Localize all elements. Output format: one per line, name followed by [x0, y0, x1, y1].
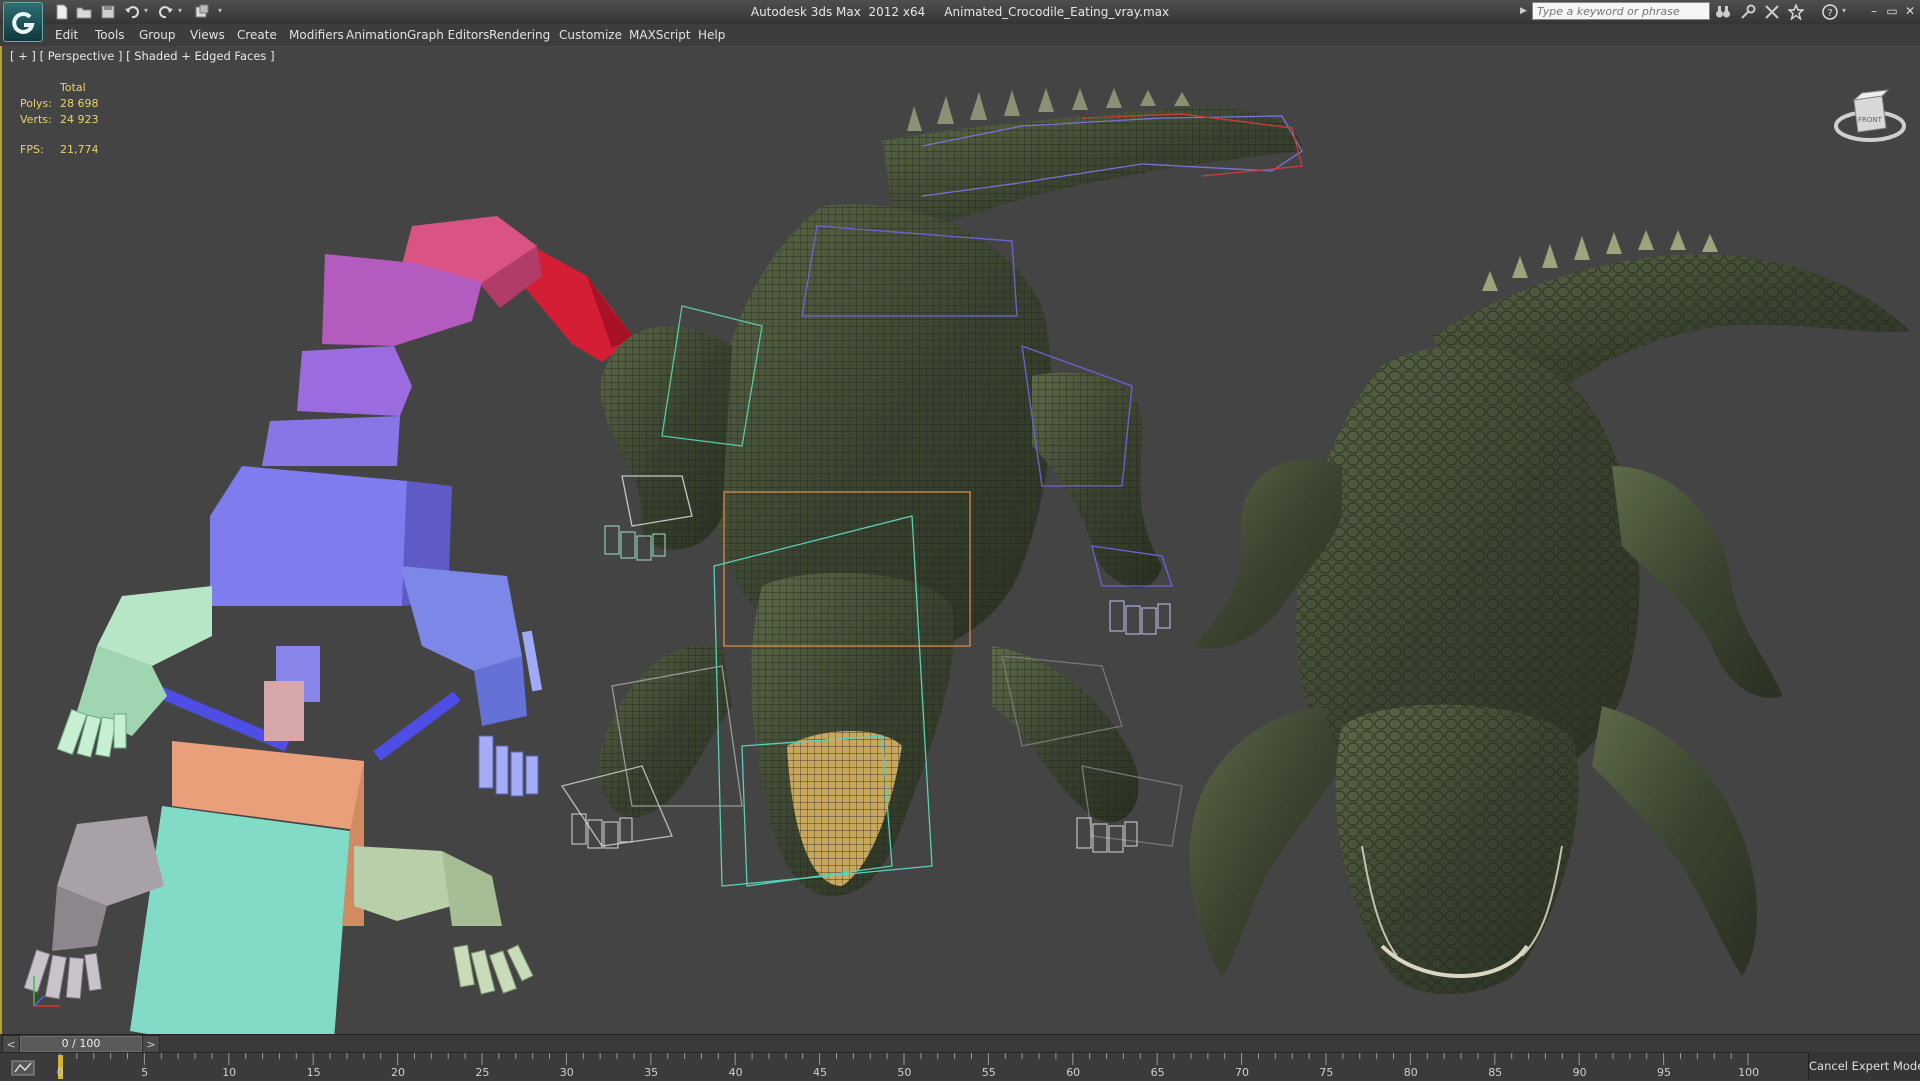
track-tick-label: 20 [391, 1066, 405, 1079]
star-icon[interactable] [1786, 2, 1806, 22]
undo-dropdown-icon[interactable]: ▾ [144, 6, 152, 16]
track-tick-label: 65 [1150, 1066, 1165, 1079]
track-tick-label: 30 [559, 1066, 574, 1079]
track-tick-label: 35 [644, 1066, 659, 1079]
viewcube-face-label: FRONT [1858, 116, 1883, 124]
search-input[interactable] [1532, 2, 1710, 20]
viewport-label[interactable]: [ + ] [ Perspective ] [ Shaded + Edged F… [10, 49, 275, 63]
perspective-viewport[interactable]: [ + ] [ Perspective ] [ Shaded + Edged F… [0, 46, 1920, 1034]
track-tick-label: 5 [141, 1066, 149, 1079]
stats-fps-label: FPS: [20, 143, 44, 156]
menu-rendering[interactable]: Rendering [489, 24, 550, 46]
menu-maxscript[interactable]: MAXScript [629, 24, 691, 46]
menu-group[interactable]: Group [139, 24, 176, 46]
track-tick-label: 80 [1403, 1066, 1418, 1079]
menu-tools[interactable]: Tools [95, 24, 125, 46]
wireframe-crocodile[interactable] [560, 88, 1303, 896]
key-icon[interactable] [1738, 2, 1758, 22]
title-bar: Autodesk 3ds Max 2012 x64 Animated_Croco… [0, 0, 1920, 25]
time-slider[interactable]: 0 / 100 [20, 1036, 142, 1052]
minimize-icon[interactable]: – [1866, 2, 1882, 20]
help-icon[interactable]: ? [1820, 2, 1840, 22]
track-tick-label: 55 [981, 1066, 996, 1079]
app-logo-icon[interactable] [3, 2, 43, 42]
restore-icon[interactable]: ▭ [1884, 2, 1900, 20]
track-tick-label: 60 [1066, 1066, 1081, 1079]
menu-bar: Edit Tools Group Views Create Modifiers … [0, 24, 1920, 47]
open-file-icon[interactable] [74, 2, 94, 22]
time-slider-bar: < 0 / 100 > [0, 1034, 1920, 1053]
track-tick-label: 95 [1657, 1066, 1671, 1079]
time-next-button[interactable]: > [142, 1035, 160, 1053]
menu-graph-editors[interactable]: Graph Editors [407, 24, 489, 46]
track-tick-label: 75 [1319, 1066, 1334, 1079]
curve-editor-icon[interactable] [10, 1058, 38, 1078]
menu-help[interactable]: Help [698, 24, 725, 46]
binoculars-icon[interactable] [1713, 2, 1733, 22]
bone-rig[interactable] [23, 216, 634, 1034]
project-icon[interactable] [192, 2, 212, 22]
new-file-icon[interactable] [52, 2, 72, 22]
quick-access-dropdown-icon[interactable]: ▾ [218, 6, 226, 16]
menu-animation[interactable]: Animation [346, 24, 407, 46]
track-tick-label: 90 [1572, 1066, 1587, 1079]
help-dropdown-icon[interactable]: ▾ [1842, 6, 1850, 16]
stats-polys-value: 28 698 [60, 97, 99, 110]
menu-create[interactable]: Create [237, 24, 277, 46]
track-tick-label: 45 [813, 1066, 827, 1079]
stats-header: Total [60, 81, 86, 94]
cancel-expert-mode-button[interactable]: Cancel Expert Mode [1808, 1052, 1920, 1080]
track-tick-label: 100 [1738, 1066, 1760, 1079]
track-tick-label: 0 [56, 1066, 64, 1079]
textured-crocodile[interactable] [1189, 230, 1910, 995]
signal-icon[interactable] [1762, 2, 1782, 22]
stats-verts-value: 24 923 [60, 113, 99, 126]
stats-verts-label: Verts: [20, 113, 52, 126]
track-tick-label: 70 [1235, 1066, 1249, 1079]
track-tick-label: 25 [475, 1066, 490, 1079]
time-prev-button[interactable]: < [2, 1035, 20, 1053]
menu-customize[interactable]: Customize [559, 24, 622, 46]
menu-views[interactable]: Views [190, 24, 225, 46]
viewcube-icon[interactable]: FRONT [1830, 76, 1910, 156]
track-tick-label: 50 [897, 1066, 912, 1079]
redo-dropdown-icon[interactable]: ▾ [178, 6, 186, 16]
redo-icon[interactable] [156, 2, 176, 22]
menu-edit[interactable]: Edit [55, 24, 78, 46]
track-bar[interactable]: 0 5 10 15 20 25 30 35 40 45 50 55 60 65 70 75 80 85 90 95 10… [0, 1052, 1920, 1081]
scene-render[interactable] [2, 46, 1918, 1034]
menu-modifiers[interactable]: Modifiers [289, 24, 344, 46]
svg-text:?: ? [1827, 8, 1832, 19]
search-expand-icon[interactable]: ▶ [1520, 5, 1528, 17]
track-tick-label: 40 [728, 1066, 743, 1079]
stats-polys-label: Polys: [20, 97, 52, 110]
save-icon[interactable] [98, 2, 118, 22]
track-tick-label: 85 [1488, 1066, 1503, 1079]
track-tick-label: 15 [306, 1066, 321, 1079]
close-icon[interactable]: ✕ [1902, 2, 1918, 20]
undo-icon[interactable] [122, 2, 142, 22]
stats-fps-value: 21,774 [60, 143, 99, 156]
track-tick-label: 10 [222, 1066, 237, 1079]
